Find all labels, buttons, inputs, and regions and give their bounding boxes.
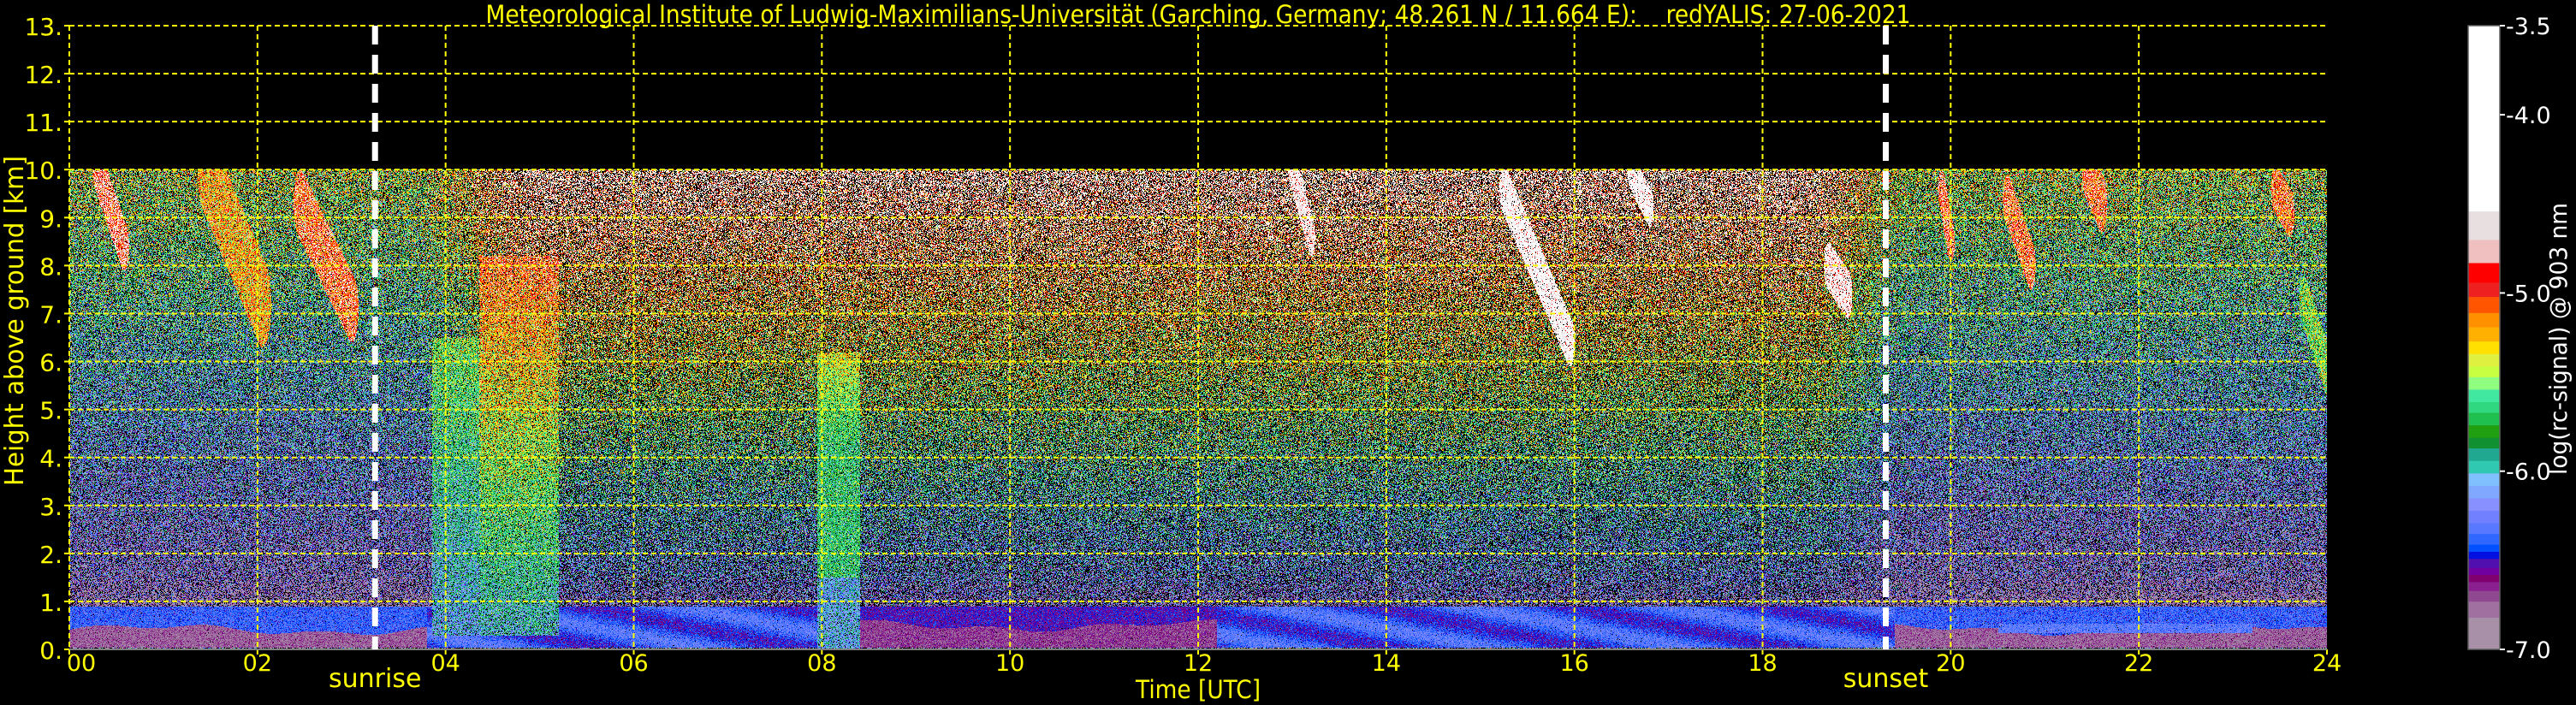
x-tick-label: 16 [1559,650,1588,677]
colorbar-segment [2468,296,2500,313]
colorbar-segment [2468,353,2500,367]
colorbar-segment [2468,263,2500,283]
colorbar-label: log(rc-signal) @ 903 nm [2544,203,2573,475]
colorbar-segment [2468,510,2500,524]
colorbar-segment [2468,210,2500,240]
y-tick-label: 7. [39,300,62,329]
colorbar-segment [2468,327,2500,342]
colorbar-segment [2468,601,2500,619]
sun-markers: sunrise sunset [329,26,1928,694]
axes: 0. 1. 2. 3. 4. 5. 6. 7. 8. 9. 10. 11. 12. 13. 00 02 04 06… [24,13,2342,677]
y-tick-label: 13. [24,13,62,41]
colorbar-segment [2468,412,2500,426]
colorbar-tick-label: -3.5 [2506,14,2551,40]
sunrise-label: sunrise [329,664,421,694]
colorbar-segment [2468,558,2500,568]
colorbar-segment [2468,485,2500,499]
colorbar-segment [2468,460,2500,474]
colorbar-segment [2468,26,2500,212]
x-tick-label: 00 [67,650,96,677]
colorbar: -3.5-4.0-5.0-6.0-7.0 [2467,14,2551,664]
colorbar-segment [2468,447,2500,461]
x-tick-label: 14 [1372,650,1401,677]
y-tick-label: 8. [39,252,62,281]
y-tick-label: 1. [39,589,62,617]
y-tick-label: 12. [24,61,62,89]
y-tick-label: 9. [39,204,62,233]
colorbar-segment [2468,551,2500,560]
y-tick-label: 2. [39,541,62,569]
x-tick-label: 18 [1748,650,1777,677]
lidar-quicklook-figure: 0. 1. 2. 3. 4. 5. 6. 7. 8. 9. 10. 11. 12. 13. 00 02 04 06… [0,0,2576,705]
colorbar-segment [2468,472,2500,486]
colorbar-segment [2468,365,2500,377]
colorbar-segment [2468,437,2500,449]
x-tick-label: 10 [995,650,1024,677]
y-tick-label: 6. [39,349,62,377]
colorbar-segment [2468,574,2500,583]
chart-title: Meteorological Institute of Ludwig-Maxim… [486,0,1911,29]
x-axis-label: Time [UTC] [1135,675,1261,704]
y-tick-label: 0. [39,637,62,665]
chart-overlay: 0. 1. 2. 3. 4. 5. 6. 7. 8. 9. 10. 11. 12. 13. 00 02 04 06… [0,0,2573,704]
colorbar-segment [2468,544,2500,552]
x-tick-label: 04 [430,650,460,677]
colorbar-segment [2468,590,2500,602]
colorbar-tick-label: -7.0 [2506,637,2551,664]
x-tick-label: 02 [243,650,272,677]
colorbar-segment [2468,312,2500,328]
x-tick-label: 22 [2124,650,2153,677]
colorbar-segment [2468,341,2500,354]
colorbar-segment [2468,497,2500,512]
colorbar-segment [2468,617,2500,650]
colorbar-segment [2468,376,2500,390]
x-tick-label: 06 [619,650,648,677]
y-tick-label: 11. [24,109,62,137]
colorbar-segment [2468,388,2500,402]
colorbar-segment [2468,567,2500,576]
y-tick-label: 10. [24,157,62,185]
colorbar-segment [2468,401,2500,413]
y-axis-label: Height above ground [km] [0,156,30,486]
y-tick-label: 4. [39,445,62,473]
colorbar-segment [2468,533,2500,545]
sunset-label: sunset [1843,664,1929,694]
colorbar-segment [2468,523,2500,535]
y-tick-label: 3. [39,493,62,521]
colorbar-segment [2468,239,2500,264]
x-tick-label: 08 [807,650,836,677]
colorbar-segment [2468,424,2500,438]
colorbar-segment [2468,281,2500,298]
y-tick-label: 5. [39,397,62,425]
grid-lines [69,25,2327,649]
x-tick-label: 20 [1936,650,1965,677]
x-tick-label: 24 [2312,650,2342,677]
colorbar-tick-label: -4.0 [2506,103,2551,129]
x-tick-label: 12 [1184,650,1213,677]
colorbar-segment [2468,581,2500,591]
